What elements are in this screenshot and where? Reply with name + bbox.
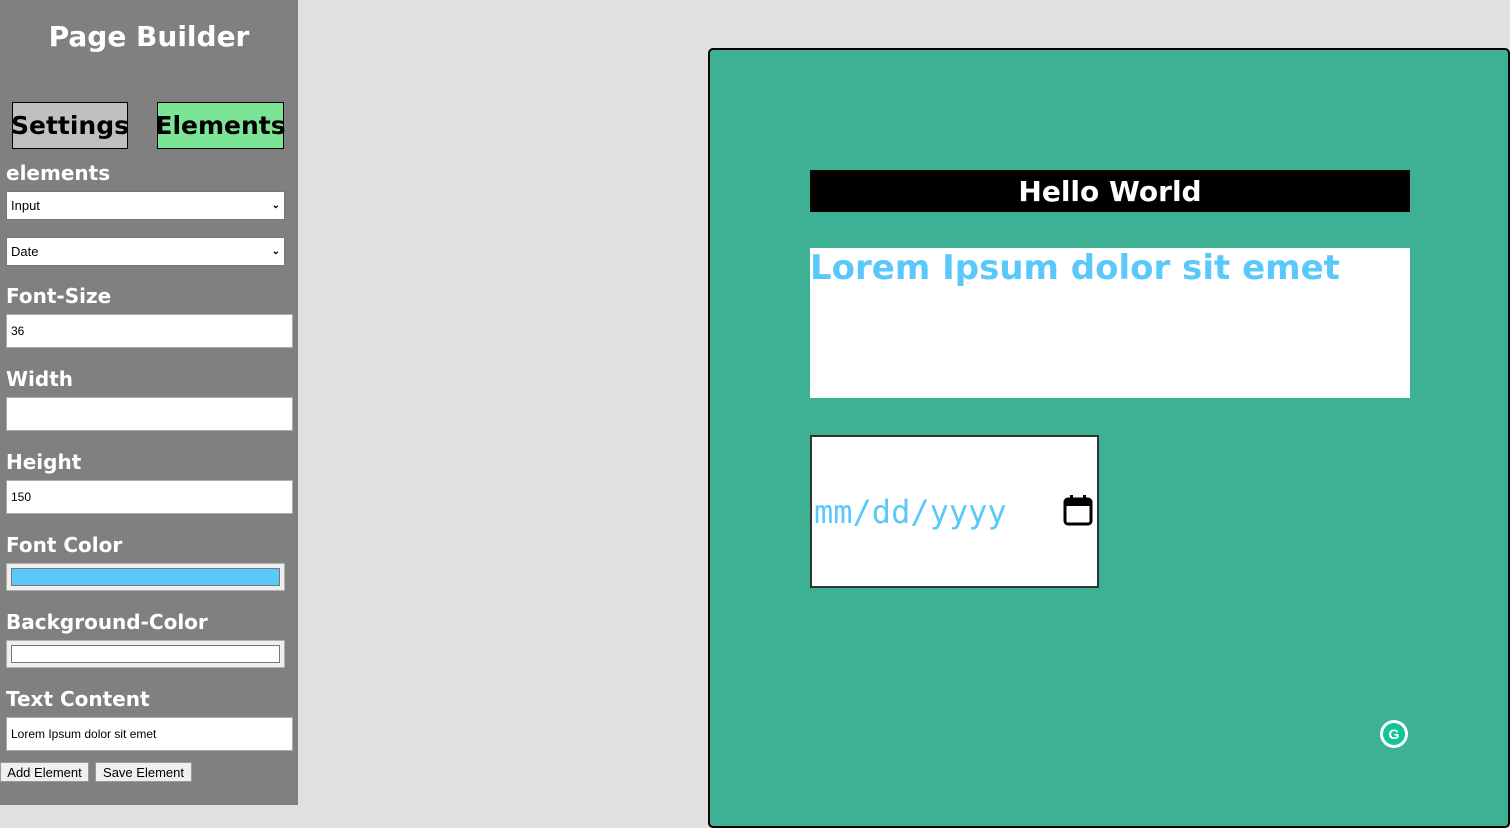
app-title: Page Builder: [48, 20, 250, 53]
height-value: 150: [11, 490, 32, 504]
date-input-element[interactable]: mm/dd/yyyy: [810, 435, 1099, 588]
height-label: Height: [6, 450, 82, 474]
sidebar: Page Builder Settings Elements elements …: [0, 0, 298, 805]
chevron-down-icon: ⌄: [271, 246, 280, 257]
background-color-picker[interactable]: [6, 640, 285, 668]
font-color-picker[interactable]: [6, 563, 285, 591]
elements-label: elements: [6, 161, 111, 185]
background-color-swatch: [11, 645, 280, 663]
date-placeholder: mm/dd/yyyy: [814, 492, 1007, 531]
add-element-button[interactable]: Add Element: [0, 762, 89, 782]
chevron-down-icon: ⌄: [271, 200, 280, 211]
font-size-value: 36: [11, 324, 25, 338]
grammarly-icon[interactable]: G: [1379, 719, 1409, 749]
page-canvas[interactable]: Hello World Lorem Ipsum dolor sit emet m…: [708, 48, 1510, 828]
element-type-select[interactable]: Input ⌄: [6, 191, 285, 220]
background-color-label: Background-Color: [6, 610, 208, 634]
element-type-value: Input: [11, 198, 40, 213]
paragraph-element[interactable]: Lorem Ipsum dolor sit emet: [810, 248, 1410, 398]
font-size-label: Font-Size: [6, 284, 112, 308]
width-input[interactable]: [6, 397, 293, 431]
text-content-value: Lorem Ipsum dolor sit emet: [11, 727, 157, 741]
input-type-select[interactable]: Date ⌄: [6, 237, 285, 266]
font-color-swatch: [11, 568, 280, 586]
font-color-label: Font Color: [6, 533, 123, 557]
save-element-button[interactable]: Save Element: [95, 762, 192, 782]
calendar-icon[interactable]: [1063, 494, 1093, 530]
width-label: Width: [6, 367, 74, 391]
tab-elements[interactable]: Elements: [155, 102, 286, 149]
heading-element[interactable]: Hello World: [810, 170, 1410, 212]
font-size-input[interactable]: 36: [6, 314, 293, 348]
text-content-label: Text Content: [6, 687, 150, 711]
input-type-value: Date: [11, 244, 39, 259]
height-input[interactable]: 150: [6, 480, 293, 514]
text-content-input[interactable]: Lorem Ipsum dolor sit emet: [6, 717, 293, 751]
svg-text:G: G: [1389, 726, 1400, 742]
tab-settings[interactable]: Settings: [11, 102, 129, 149]
